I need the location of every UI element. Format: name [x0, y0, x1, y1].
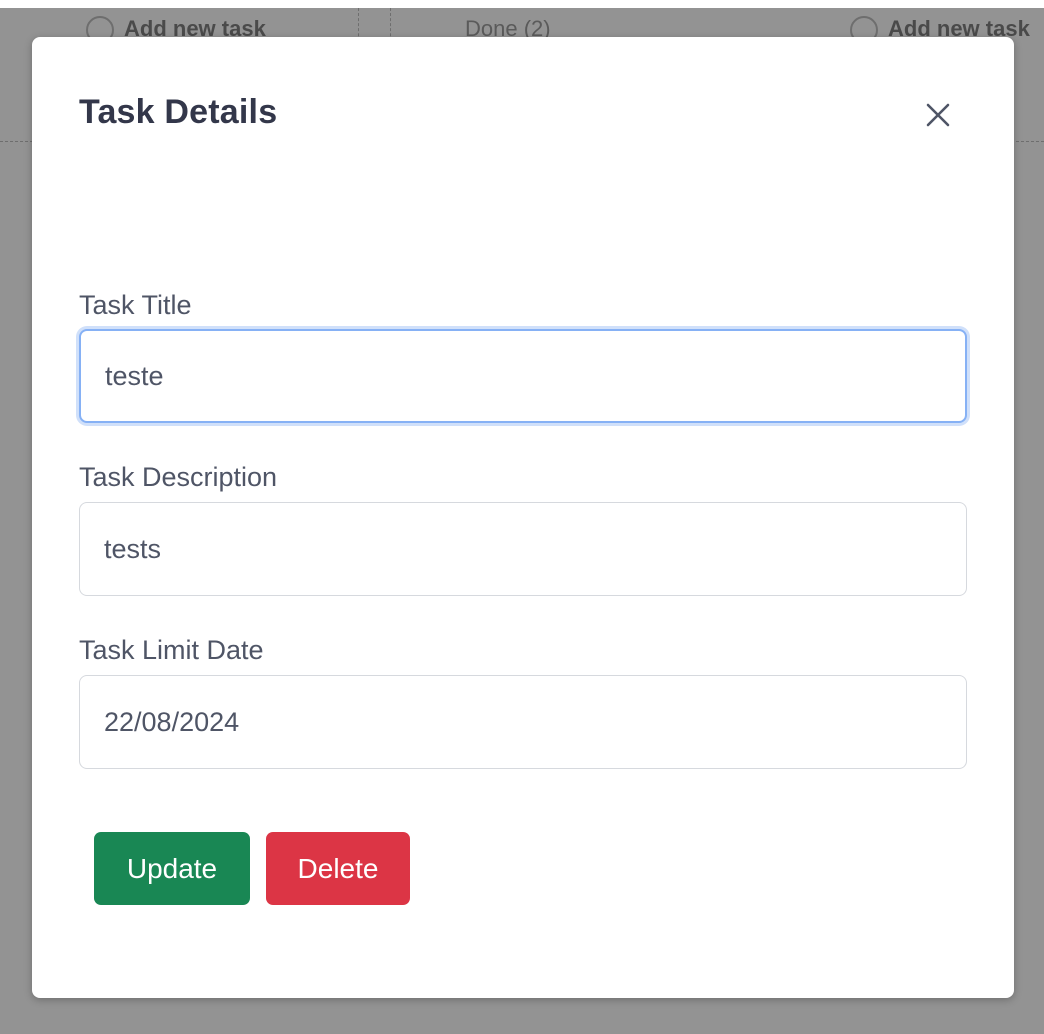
task-description-label: Task Description — [79, 462, 278, 492]
close-button[interactable] — [920, 97, 956, 133]
task-title-label: Task Title — [79, 290, 192, 320]
task-description-input[interactable] — [79, 502, 967, 596]
task-details-modal: Task Details Task Title Task Description… — [32, 37, 1014, 998]
task-title-input[interactable] — [79, 329, 967, 423]
task-limit-date-input[interactable] — [79, 675, 967, 769]
close-icon — [926, 103, 950, 127]
update-button[interactable]: Update — [94, 832, 250, 905]
top-strip — [0, 0, 1044, 8]
modal-title: Task Details — [79, 93, 278, 131]
delete-button[interactable]: Delete — [266, 832, 410, 905]
task-limit-date-label: Task Limit Date — [79, 635, 264, 665]
